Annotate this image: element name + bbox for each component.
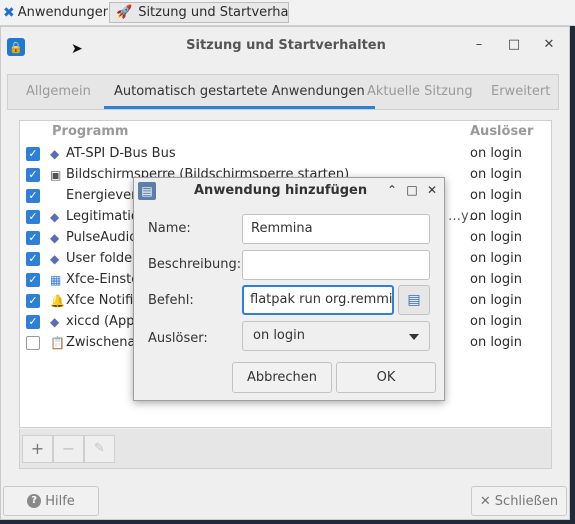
- enabled-checkbox[interactable]: ✓: [26, 315, 40, 329]
- column-trigger[interactable]: Auslöser: [470, 124, 533, 139]
- trigger-value: on login: [470, 146, 522, 161]
- trigger-value: on login: [470, 209, 522, 224]
- command-field[interactable]: flatpak run org.remmin: [242, 285, 394, 315]
- enabled-checkbox[interactable]: ✓: [26, 231, 40, 245]
- enabled-checkbox[interactable]: [26, 336, 40, 350]
- diamond-icon: ◆: [50, 231, 60, 245]
- trigger-select[interactable]: on login: [242, 321, 430, 351]
- bell-icon: 🔔: [50, 294, 65, 308]
- trigger-value: on login: [470, 272, 522, 287]
- minimize-button[interactable]: –: [471, 37, 487, 53]
- trigger-value: on login: [470, 251, 522, 266]
- program-name: AT-SPI D-Bus Bus: [66, 146, 176, 161]
- trigger-value: on login: [470, 230, 522, 245]
- tab-aktuelle-sitzung[interactable]: Aktuelle Sitzung: [367, 75, 473, 109]
- enabled-checkbox[interactable]: ✓: [26, 189, 40, 203]
- trigger-value: on login: [470, 293, 522, 308]
- close-icon: ✕: [479, 493, 491, 509]
- trigger-label: Auslöser:: [148, 331, 208, 346]
- program-name: Legitimatio: [66, 209, 139, 224]
- settings-icon: ▦: [50, 273, 62, 287]
- dialog-minimize-button[interactable]: ⌃: [385, 183, 399, 197]
- applications-menu-button[interactable]: ✖ Anwendungen ☰: [0, 0, 108, 25]
- tab-allgemein[interactable]: Allgemein: [26, 75, 91, 109]
- diamond-icon: ◆: [50, 147, 60, 161]
- description-label: Beschreibung:: [148, 257, 242, 272]
- close-button[interactable]: ✕ Schließen: [471, 486, 567, 516]
- enabled-checkbox[interactable]: ✓: [26, 168, 40, 182]
- ok-button[interactable]: OK: [336, 362, 436, 393]
- program-name: Xfce Notific: [66, 293, 141, 308]
- window-titlebar[interactable]: 🔒 Sitzung und Startverhalten – □ ✕: [1, 27, 569, 65]
- trigger-value: on login: [470, 188, 522, 203]
- screen-icon: ▣: [50, 168, 62, 182]
- dialog-app-icon: ▤: [138, 182, 156, 200]
- command-label: Befehl:: [148, 293, 194, 308]
- enabled-checkbox[interactable]: ✓: [26, 273, 40, 287]
- dialog-maximize-button[interactable]: □: [405, 183, 419, 197]
- top-panel: ✖ Anwendungen ☰ 🚀 Sitzung und Startverha…: [0, 0, 575, 26]
- trigger-value: on login: [470, 167, 522, 182]
- trigger-value: on login: [470, 335, 522, 350]
- list-toolbar: + − ✎: [19, 429, 552, 469]
- maximize-button[interactable]: □: [506, 37, 522, 53]
- close-label: Schließen: [494, 493, 559, 509]
- dialog-title: Anwendung hinzufügen: [194, 183, 368, 198]
- enabled-checkbox[interactable]: ✓: [26, 252, 40, 266]
- help-button[interactable]: ? Hilfe: [3, 486, 99, 516]
- diamond-icon: ◆: [50, 252, 60, 266]
- taskbar-item-label: Sitzung und Startverhalt...: [138, 5, 289, 20]
- name-field[interactable]: Remmina: [242, 214, 430, 244]
- program-name: Xfce-Einste: [66, 272, 140, 287]
- add-button[interactable]: +: [22, 435, 53, 463]
- trigger-selected-value: on login: [253, 328, 305, 343]
- applications-menu-label: Anwendungen: [17, 5, 108, 20]
- tab-autostart[interactable]: Automatisch gestartete Anwendungen: [104, 75, 375, 109]
- edit-button[interactable]: ✎: [84, 435, 115, 463]
- add-application-dialog: ▤ Anwendung hinzufügen ⌃ □ ✕ Name: Remmi…: [133, 177, 445, 401]
- name-label: Name:: [148, 221, 191, 236]
- taskbar-item-session[interactable]: 🚀 Sitzung und Startverhalt...: [109, 2, 289, 23]
- mouse-cursor-icon: ➤: [71, 41, 83, 57]
- rocket-icon: 🚀: [116, 5, 133, 20]
- cancel-button[interactable]: Abbrechen: [232, 362, 332, 393]
- trigger-value: on login: [470, 314, 522, 329]
- file-browse-icon: ▤: [407, 292, 421, 308]
- program-name: xiccd (Appli: [66, 314, 142, 329]
- diamond-icon: ◆: [50, 315, 60, 329]
- close-window-button[interactable]: ✕: [541, 37, 557, 53]
- tab-bar: Allgemein Automatisch gestartete Anwendu…: [7, 74, 559, 110]
- clipboard-icon: 📋: [50, 336, 65, 350]
- enabled-checkbox[interactable]: ✓: [26, 210, 40, 224]
- enabled-checkbox[interactable]: ✓: [26, 294, 40, 308]
- table-row[interactable]: ✓ ◆ AT-SPI D-Bus Bus on login: [20, 145, 551, 166]
- enabled-checkbox[interactable]: ✓: [26, 147, 40, 161]
- chevron-down-icon: [409, 334, 419, 340]
- list-header: Programm Auslöser: [20, 121, 551, 143]
- dialog-close-button[interactable]: ✕: [425, 183, 439, 197]
- help-icon: ?: [27, 494, 42, 508]
- column-program[interactable]: Programm: [52, 124, 128, 139]
- description-field[interactable]: [242, 250, 430, 280]
- diamond-icon: ◆: [50, 210, 60, 224]
- tab-erweitert[interactable]: Erweitert: [491, 75, 550, 109]
- browse-file-button[interactable]: ▤: [398, 285, 430, 315]
- xfce-icon: ✖: [3, 4, 15, 21]
- help-label: Hilfe: [45, 493, 75, 509]
- dialog-titlebar[interactable]: ▤ Anwendung hinzufügen ⌃ □ ✕: [134, 178, 444, 204]
- remove-button[interactable]: −: [53, 435, 84, 463]
- program-name: PulseAudio: [66, 230, 138, 245]
